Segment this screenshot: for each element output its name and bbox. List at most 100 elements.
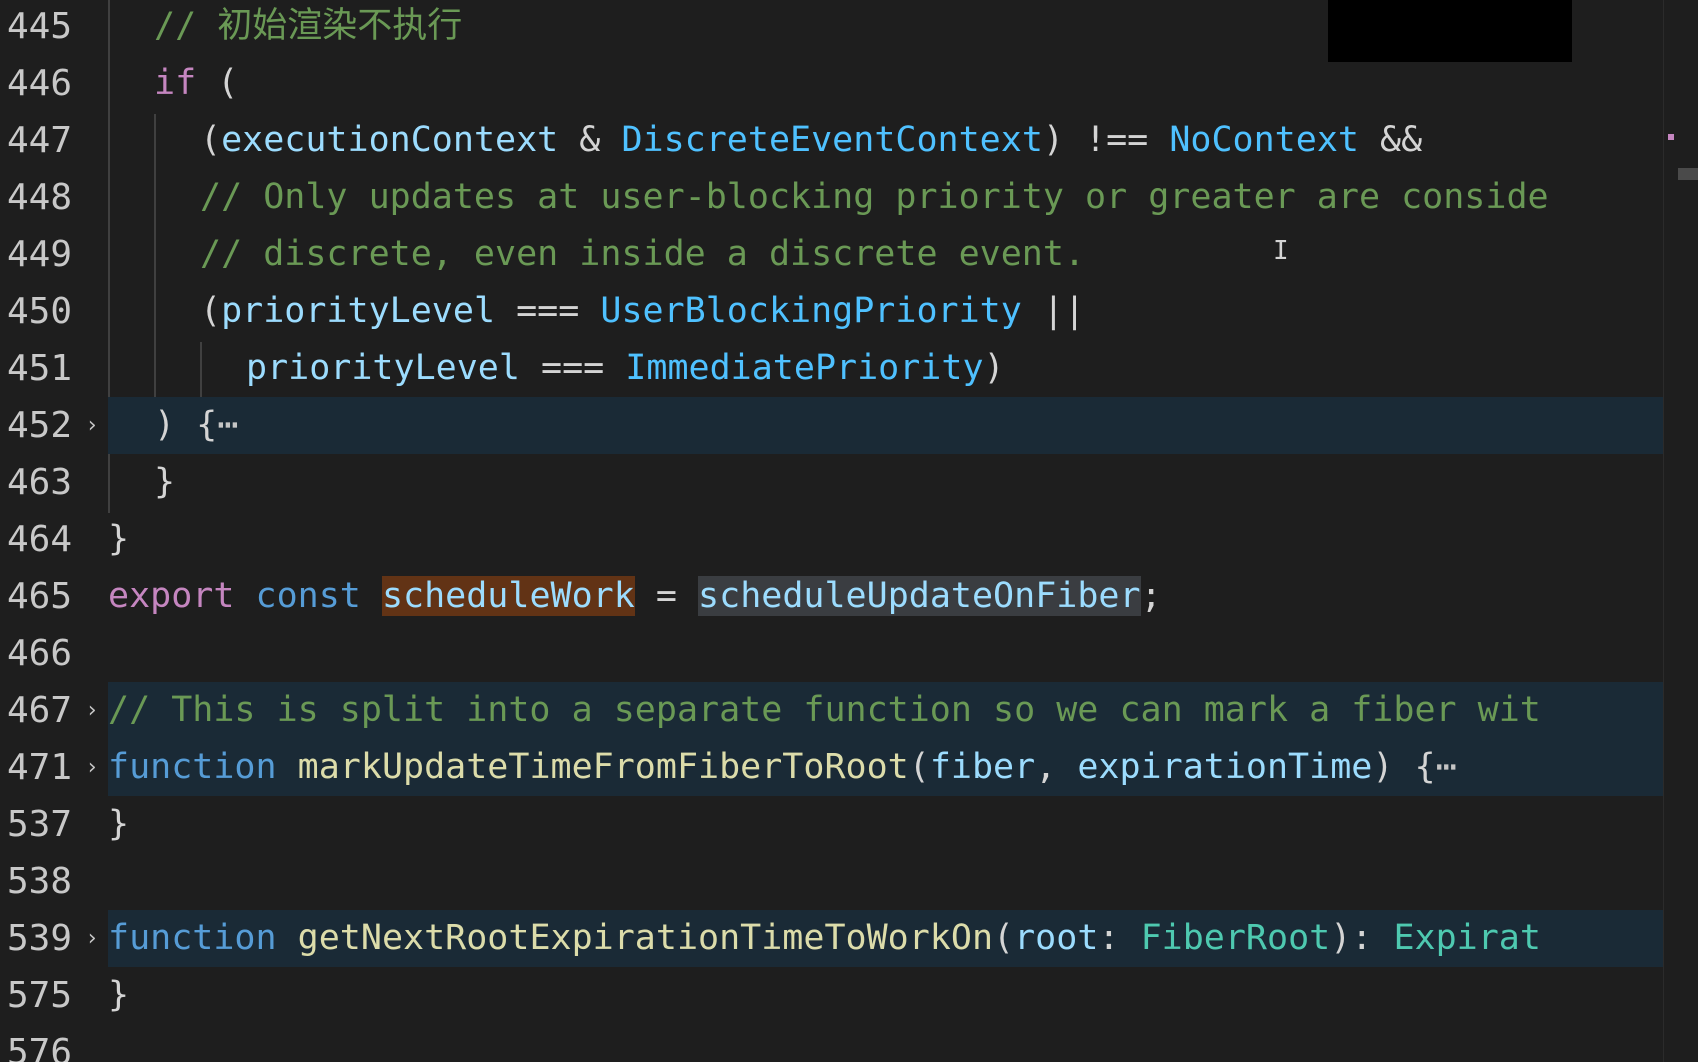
- folded-ellipsis-icon[interactable]: ⋯: [217, 405, 238, 445]
- code-token: }: [154, 462, 176, 502]
- scrollbar-marker: [1668, 134, 1674, 140]
- code-token: export: [108, 576, 235, 616]
- code-token: ImmediatePriority: [625, 348, 984, 388]
- code-line[interactable]: [108, 625, 1664, 682]
- line-number: 465: [6, 576, 72, 617]
- code-token: (: [196, 63, 239, 103]
- line-number: 446: [6, 63, 72, 104]
- line-number: 463: [6, 462, 72, 503]
- vertical-scrollbar[interactable]: [1663, 0, 1698, 1062]
- code-token: ) !==: [1042, 120, 1170, 160]
- code-line[interactable]: [108, 853, 1664, 910]
- fold-chevron-icon[interactable]: ›: [84, 739, 100, 796]
- line-number: 471: [6, 747, 72, 788]
- code-line[interactable]: function getNextRootExpirationTimeToWork…: [108, 910, 1664, 967]
- code-token: }: [108, 975, 130, 1015]
- code-line[interactable]: if (: [108, 55, 1664, 112]
- code-token: UserBlockingPriority: [600, 291, 1022, 331]
- code-token: Expirat: [1393, 918, 1541, 958]
- code-token: ===: [495, 291, 601, 331]
- code-token: // Only updates at user-blocking priorit…: [200, 177, 1549, 217]
- code-token: priorityLevel: [221, 291, 496, 331]
- code-line[interactable]: (priorityLevel === UserBlockingPriority …: [108, 283, 1664, 340]
- code-token: =: [634, 576, 699, 616]
- line-number: 539: [6, 918, 72, 959]
- line-number: 449: [6, 234, 72, 275]
- code-token: DiscreteEventContext: [621, 120, 1043, 160]
- code-token: getNextRootExpirationTimeToWorkOn: [297, 918, 994, 958]
- code-token: (: [200, 120, 222, 160]
- text-cursor-icon: I: [1273, 236, 1289, 266]
- code-token: function: [108, 747, 277, 787]
- code-token: scheduleUpdateOnFiber: [698, 576, 1141, 616]
- code-token: ===: [519, 348, 626, 388]
- code-token: scheduleWork: [381, 576, 635, 616]
- code-token: ): [983, 348, 1005, 388]
- line-number: 450: [6, 291, 72, 332]
- code-token: function: [108, 918, 277, 958]
- code-token: ) {: [154, 405, 218, 445]
- code-token: :: [1098, 918, 1141, 958]
- code-token: priorityLevel: [246, 348, 520, 388]
- code-token: ||: [1021, 291, 1086, 331]
- redacted-overlay: [1328, 0, 1572, 62]
- line-number: 448: [6, 177, 72, 218]
- code-token: (: [993, 918, 1015, 958]
- code-token: executionContext: [221, 120, 559, 160]
- code-token: }: [108, 804, 130, 844]
- code-line[interactable]: priorityLevel === ImmediatePriority): [108, 340, 1664, 397]
- code-area[interactable]: // 初始渲染不执行 if ((executionContext & Discre…: [108, 0, 1664, 1062]
- code-line[interactable]: }: [108, 454, 1664, 511]
- folded-ellipsis-icon[interactable]: ⋯: [1436, 747, 1457, 787]
- code-token: root: [1014, 918, 1099, 958]
- code-line[interactable]: (executionContext & DiscreteEventContext…: [108, 112, 1664, 169]
- code-token: &&: [1358, 120, 1423, 160]
- code-token: (: [200, 291, 222, 331]
- code-line[interactable]: }: [108, 796, 1664, 853]
- line-number: 464: [6, 519, 72, 560]
- code-token: ,: [1035, 747, 1078, 787]
- line-number: 538: [6, 861, 72, 902]
- line-number: 467: [6, 690, 72, 731]
- fold-chevron-icon[interactable]: ›: [84, 910, 100, 967]
- code-token: const: [255, 576, 361, 616]
- line-number: 537: [6, 804, 72, 845]
- code-line[interactable]: }: [108, 967, 1664, 1024]
- code-line[interactable]: // Only updates at user-blocking priorit…: [108, 169, 1664, 226]
- code-token: ):: [1330, 918, 1394, 958]
- code-token: markUpdateTimeFromFiberToRoot: [297, 747, 909, 787]
- code-token: // This is split into a separate functio…: [108, 690, 1541, 730]
- line-number: 445: [6, 6, 72, 47]
- code-line[interactable]: export const scheduleWork = scheduleUpda…: [108, 568, 1664, 625]
- code-token: ;: [1140, 576, 1162, 616]
- code-line[interactable]: [108, 1024, 1664, 1062]
- code-token: // discrete, even inside a discrete even…: [200, 234, 1086, 274]
- line-number: 447: [6, 120, 72, 161]
- code-line[interactable]: // This is split into a separate functio…: [108, 682, 1664, 739]
- line-number: 451: [6, 348, 72, 389]
- code-token: (: [908, 747, 930, 787]
- line-number: 466: [6, 633, 72, 674]
- line-number: 575: [6, 975, 72, 1016]
- code-token: fiber: [929, 747, 1036, 787]
- code-line[interactable]: ) {⋯: [108, 397, 1664, 454]
- code-line[interactable]: }: [108, 511, 1664, 568]
- code-token: }: [108, 519, 130, 559]
- code-token: &: [558, 120, 622, 160]
- code-line[interactable]: // discrete, even inside a discrete even…: [108, 226, 1664, 283]
- fold-chevron-icon[interactable]: ›: [84, 397, 100, 454]
- scrollbar-thumb[interactable]: [1678, 168, 1698, 180]
- line-number: 576: [6, 1032, 72, 1062]
- code-line[interactable]: function markUpdateTimeFromFiberToRoot(f…: [108, 739, 1664, 796]
- code-token: // 初始渲染不执行: [154, 6, 463, 46]
- line-number: 452: [6, 405, 72, 446]
- fold-chevron-icon[interactable]: ›: [84, 682, 100, 739]
- code-token: if: [154, 63, 197, 103]
- code-editor[interactable]: 445 446 447 448 449 450 451 452 › 463 464 465 466 467…: [0, 0, 1698, 1062]
- code-token: ) {: [1372, 747, 1436, 787]
- code-token: expirationTime: [1077, 747, 1373, 787]
